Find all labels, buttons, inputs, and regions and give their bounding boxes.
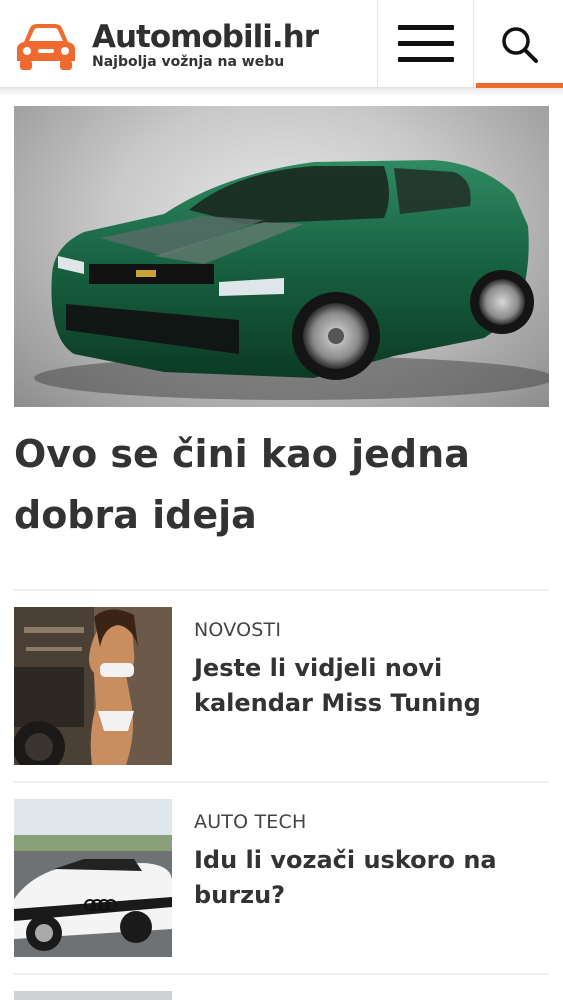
hero-image[interactable] [14, 106, 549, 407]
hamburger-menu-icon [397, 25, 454, 62]
divider [14, 589, 549, 591]
logo-text: Automobili.hr Najbolja vožnja na webu [92, 19, 319, 70]
news-title[interactable]: Idu li vozači uskoro na burzu? [194, 843, 534, 913]
site-header: Automobili.hr Najbolja vožnja na webu [0, 0, 563, 96]
divider [14, 973, 549, 975]
search-icon [501, 27, 538, 63]
menu-button[interactable] [377, 0, 473, 88]
tuning-model-image [14, 607, 172, 765]
site-tagline: Najbolja vožnja na webu [92, 54, 285, 70]
audi-race-car-image [14, 799, 172, 957]
hero-title[interactable]: Ovo se čini kao jedna dobra ideja [14, 424, 534, 546]
site-name: Automobili.hr [92, 19, 319, 55]
car-icon [17, 24, 75, 70]
news-category[interactable]: AUTO TECH [194, 811, 306, 833]
site-logo[interactable]: Automobili.hr Najbolja vožnja na webu [14, 19, 319, 72]
news-category[interactable]: NOVOSTI [194, 619, 281, 641]
header-shadow [0, 88, 563, 96]
green-sports-car-image [34, 160, 549, 400]
news-item[interactable]: NOVOSTI Jeste li vidjeli novi kalendar M… [14, 607, 549, 767]
search-button[interactable] [473, 0, 563, 88]
news-title[interactable]: Jeste li vidjeli novi kalendar Miss Tuni… [194, 651, 534, 721]
news-item[interactable] [14, 991, 549, 1000]
news-item[interactable]: AUTO TECH Idu li vozači uskoro na burzu? [14, 799, 549, 959]
news-thumbnail[interactable] [14, 607, 172, 765]
news-thumbnail[interactable] [14, 799, 172, 957]
divider [14, 781, 549, 783]
news-thumbnail[interactable] [14, 991, 172, 1000]
